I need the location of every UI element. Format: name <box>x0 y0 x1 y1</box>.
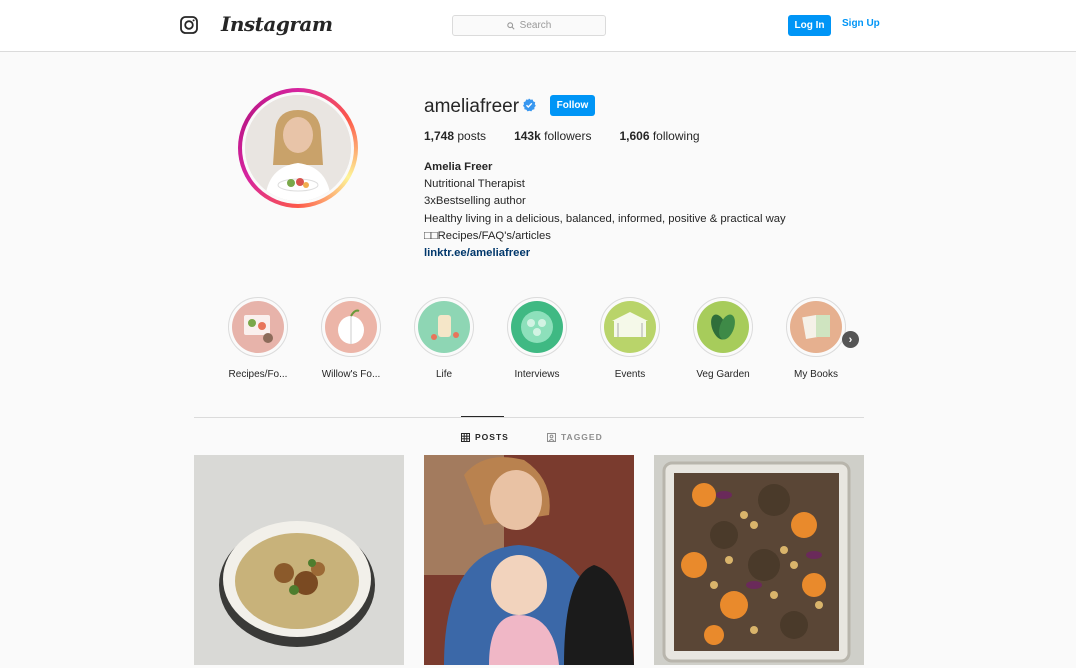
profile-username: ameliafreer <box>424 96 520 117</box>
highlight-recipes[interactable]: Recipes/Fo... <box>218 297 298 380</box>
highlight-label: My Books <box>794 369 838 380</box>
instagram-logo[interactable]: Instagram <box>221 12 333 36</box>
highlight-label: Life <box>435 369 453 380</box>
highlight-label: Events <box>614 369 646 380</box>
tabs-divider <box>194 417 864 418</box>
bio-line: 3xBestselling author <box>424 195 526 208</box>
highlight-veg-garden[interactable]: Veg Garden <box>683 297 763 380</box>
portrait-illustration <box>245 95 351 201</box>
post-thumbnail[interactable] <box>424 455 634 665</box>
sign-up-link[interactable]: Sign Up <box>842 18 880 29</box>
highlight-willows-food[interactable]: Willow's Fo... <box>311 297 391 380</box>
highlight-cover <box>790 301 842 353</box>
tagged-icon <box>547 432 556 442</box>
post-image <box>424 455 634 665</box>
highlight-cover <box>325 301 377 353</box>
tab-posts[interactable]: POSTS <box>461 432 509 442</box>
post-image <box>654 455 864 665</box>
profile-bio: Amelia Freer Nutritional Therapist 3xBes… <box>424 159 786 262</box>
profile-avatar[interactable] <box>238 88 358 208</box>
search-placeholder: Search <box>519 20 552 31</box>
avatar-photo <box>245 95 351 201</box>
highlight-label: Interviews <box>514 369 560 380</box>
post-thumbnail[interactable] <box>654 455 864 665</box>
top-navigation-bar: Instagram Search Log In Sign Up <box>0 0 1076 52</box>
follow-button[interactable]: Follow <box>550 95 595 116</box>
post-image <box>194 455 404 665</box>
highlight-cover <box>697 301 749 353</box>
log-in-button[interactable]: Log In <box>788 15 831 36</box>
highlight-cover <box>418 301 470 353</box>
tab-label: POSTS <box>475 432 509 442</box>
bio-line: Nutritional Therapist <box>424 178 525 191</box>
stat-posts: 1,748 posts <box>424 129 487 143</box>
highlights-next-button[interactable]: › <box>842 331 859 348</box>
grid-icon <box>461 432 470 442</box>
bio-link[interactable]: linktr.ee/ameliafreer <box>424 245 786 262</box>
highlight-cover <box>604 301 656 353</box>
highlight-label: Willow's Fo... <box>321 369 381 380</box>
stat-followers[interactable]: 143k followers <box>514 129 591 143</box>
highlight-label: Recipes/Fo... <box>228 369 288 380</box>
bio-line: Healthy living in a delicious, balanced,… <box>424 212 786 225</box>
highlight-cover <box>232 301 284 353</box>
post-thumbnail[interactable] <box>194 455 404 665</box>
tab-label: TAGGED <box>561 432 603 442</box>
highlight-label: Veg Garden <box>696 369 750 380</box>
highlight-life[interactable]: Life <box>404 297 484 380</box>
stat-following[interactable]: 1,606 following <box>619 129 699 143</box>
highlight-interviews[interactable]: Interviews <box>497 297 577 380</box>
instagram-camera-icon[interactable] <box>180 16 198 34</box>
search-input[interactable]: Search <box>452 15 606 36</box>
highlight-cover <box>511 301 563 353</box>
search-icon <box>506 21 515 30</box>
tab-tagged[interactable]: TAGGED <box>547 432 603 442</box>
verified-badge-icon <box>523 98 536 112</box>
profile-stats: 1,748 posts 143k followers 1,606 followi… <box>424 129 728 143</box>
bio-full-name: Amelia Freer <box>424 161 493 173</box>
bio-line: □□Recipes/FAQ's/articles <box>424 229 551 242</box>
active-tab-indicator <box>461 416 504 417</box>
highlight-events[interactable]: Events <box>590 297 670 380</box>
